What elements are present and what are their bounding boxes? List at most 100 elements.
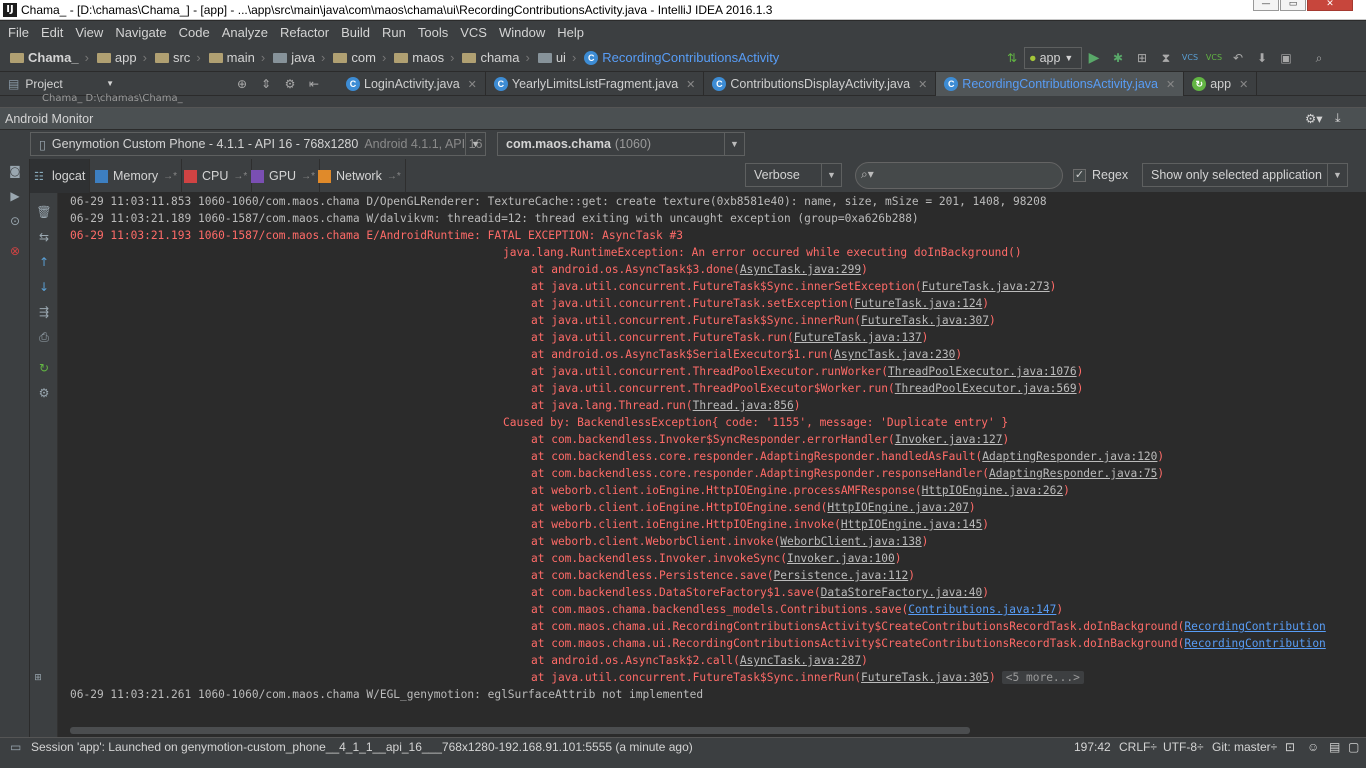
hide-panel-icon[interactable]: ⤓ bbox=[1335, 111, 1341, 126]
search-everywhere-icon[interactable]: ⌕ bbox=[1310, 49, 1328, 67]
menu-refactor[interactable]: Refactor bbox=[274, 21, 335, 44]
breadcrumb-item[interactable]: ui › bbox=[534, 50, 580, 65]
menu-tools[interactable]: Tools bbox=[412, 21, 454, 44]
collapse-icon[interactable]: ⇕ bbox=[257, 75, 275, 93]
editor-tab[interactable]: C ContributionsDisplayActivity.java ✕ bbox=[704, 72, 937, 96]
source-link[interactable]: RecordingContribution bbox=[1184, 637, 1325, 650]
breadcrumb-item[interactable]: Chama_ › bbox=[6, 50, 93, 65]
tab-memory[interactable]: Memory →* bbox=[91, 159, 183, 193]
close-tab-icon[interactable]: ✕ bbox=[918, 78, 927, 91]
menu-help[interactable]: Help bbox=[551, 21, 590, 44]
event-log-icon[interactable]: ▤ bbox=[1329, 740, 1340, 754]
breadcrumb-item[interactable]: app › bbox=[93, 50, 151, 65]
horizontal-scrollbar[interactable] bbox=[60, 725, 1354, 737]
project-panel-select[interactable]: ▤ Project ▼ bbox=[0, 72, 120, 96]
screenshot-icon[interactable]: ◙ bbox=[7, 164, 23, 178]
print-icon[interactable]: ⎙ bbox=[36, 330, 52, 344]
hide-panel-icon[interactable]: ⇤ bbox=[305, 75, 323, 93]
source-link[interactable]: ThreadPoolExecutor.java:1076 bbox=[888, 365, 1077, 378]
source-link[interactable]: DataStoreFactory.java:40 bbox=[821, 586, 983, 599]
vcs-update-icon[interactable]: VCS bbox=[1181, 49, 1199, 67]
git-branch[interactable]: Git: master÷ bbox=[1212, 740, 1277, 754]
inspector-icon[interactable]: ☺ bbox=[1307, 740, 1319, 754]
source-link[interactable]: HttpIOEngine.java:262 bbox=[922, 484, 1063, 497]
process-select[interactable]: com.maos.chama (1060) ▼ bbox=[497, 132, 745, 156]
breadcrumb-item[interactable]: C RecordingContributionsActivity bbox=[580, 50, 783, 65]
close-tab-icon[interactable]: ✕ bbox=[1166, 78, 1175, 91]
menu-navigate[interactable]: Navigate bbox=[109, 21, 172, 44]
close-tab-icon[interactable]: ✕ bbox=[468, 78, 477, 91]
clear-log-icon[interactable]: 🗑 bbox=[36, 205, 52, 219]
notifications-icon[interactable]: ▢ bbox=[1348, 740, 1359, 754]
close-tab-icon[interactable]: ✕ bbox=[686, 78, 695, 91]
source-link[interactable]: FutureTask.java:307 bbox=[861, 314, 989, 327]
breadcrumb-item[interactable]: main › bbox=[205, 50, 270, 65]
avd-manager-icon[interactable]: ▣ bbox=[1277, 49, 1295, 67]
vcs-commit-icon[interactable]: VCS bbox=[1205, 49, 1223, 67]
vertical-scrollbar[interactable] bbox=[1354, 193, 1366, 725]
cursor-position[interactable]: 197:42 bbox=[1074, 740, 1111, 754]
file-encoding[interactable]: UTF-8÷ bbox=[1163, 740, 1204, 754]
menu-code[interactable]: Code bbox=[173, 21, 216, 44]
tab-network[interactable]: Network →* bbox=[314, 159, 406, 193]
stop-icon[interactable]: ⧗ bbox=[1157, 49, 1175, 67]
up-arrow-icon[interactable]: ↑ bbox=[36, 255, 52, 269]
screen-record-icon[interactable]: ▶ bbox=[7, 189, 23, 203]
restart-icon[interactable]: ⇆ bbox=[36, 230, 52, 244]
source-link[interactable]: FutureTask.java:273 bbox=[922, 280, 1050, 293]
run-icon[interactable]: ▶ bbox=[1085, 49, 1103, 67]
source-link[interactable]: AsyncTask.java:287 bbox=[740, 654, 861, 667]
menu-run[interactable]: Run bbox=[376, 21, 412, 44]
menu-edit[interactable]: Edit bbox=[35, 21, 69, 44]
source-link[interactable]: HttpIOEngine.java:207 bbox=[827, 501, 968, 514]
attach-debugger-icon[interactable]: ⊞ bbox=[1133, 49, 1151, 67]
debug-icon[interactable]: ✱ bbox=[1109, 49, 1127, 67]
source-link[interactable]: Invoker.java:127 bbox=[895, 433, 1003, 446]
tab-gpu[interactable]: GPU →* bbox=[247, 159, 320, 193]
gear-icon[interactable]: ⚙▾ bbox=[1305, 111, 1322, 126]
revert-icon[interactable]: ↶ bbox=[1229, 49, 1247, 67]
breadcrumb-item[interactable]: src › bbox=[151, 50, 205, 65]
source-link[interactable]: Thread.java:856 bbox=[693, 399, 794, 412]
menu-file[interactable]: File bbox=[2, 21, 35, 44]
close-button[interactable]: ✕ bbox=[1307, 0, 1353, 11]
search-input[interactable]: ⌕▾ bbox=[855, 162, 1063, 189]
gear-icon[interactable]: ⚙ bbox=[281, 75, 299, 93]
source-link[interactable]: AsyncTask.java:230 bbox=[834, 348, 955, 361]
down-arrow-icon[interactable]: ↓ bbox=[36, 280, 52, 294]
sdk-manager-icon[interactable]: ⬇ bbox=[1253, 49, 1271, 67]
filter-select[interactable]: Show only selected application ▼ bbox=[1142, 163, 1348, 187]
source-link[interactable]: RecordingContribution bbox=[1184, 620, 1325, 633]
menu-window[interactable]: Window bbox=[493, 21, 551, 44]
logcat-output[interactable]: 06-29 11:03:11.853 1060-1060/com.maos.ch… bbox=[60, 193, 1354, 725]
breadcrumb-item[interactable]: chama › bbox=[458, 50, 533, 65]
source-link[interactable]: FutureTask.java:124 bbox=[854, 297, 982, 310]
close-tab-icon[interactable]: ✕ bbox=[1239, 78, 1248, 91]
source-link[interactable]: Persistence.java:112 bbox=[773, 569, 908, 582]
menu-view[interactable]: View bbox=[69, 21, 109, 44]
minimize-button[interactable]: — bbox=[1253, 0, 1279, 11]
scrollbar-thumb[interactable] bbox=[70, 727, 970, 734]
source-link[interactable]: Contributions.java:147 bbox=[908, 603, 1056, 616]
restart-logcat-icon[interactable]: ↻ bbox=[36, 361, 52, 375]
menu-vcs[interactable]: VCS bbox=[454, 21, 493, 44]
tab-logcat[interactable]: ☷ logcat bbox=[30, 159, 91, 193]
gear-icon[interactable]: ⚙ bbox=[36, 386, 52, 400]
log-level-select[interactable]: Verbose ▼ bbox=[745, 163, 842, 187]
source-link[interactable]: FutureTask.java:305 bbox=[861, 671, 989, 684]
breadcrumb-item[interactable]: java › bbox=[269, 50, 329, 65]
menu-build[interactable]: Build bbox=[335, 21, 376, 44]
breadcrumb-item[interactable]: maos › bbox=[390, 50, 458, 65]
editor-tab[interactable]: C RecordingContributionsActivity.java ✕ bbox=[936, 72, 1185, 96]
terminate-icon[interactable]: ⊗ bbox=[7, 244, 23, 258]
tab-cpu[interactable]: CPU →* bbox=[180, 159, 253, 193]
folded-frames-button[interactable]: <5 more...> bbox=[1001, 671, 1084, 684]
source-link[interactable]: HttpIOEngine.java:145 bbox=[841, 518, 982, 531]
source-link[interactable]: ThreadPoolExecutor.java:569 bbox=[895, 382, 1077, 395]
source-link[interactable]: AsyncTask.java:299 bbox=[740, 263, 861, 276]
editor-tab[interactable]: C YearlyLimitsListFragment.java ✕ bbox=[486, 72, 705, 96]
scroll-from-source-icon[interactable]: ⊕ bbox=[233, 75, 251, 93]
device-select[interactable]: ▯ Genymotion Custom Phone - 4.1.1 - API … bbox=[30, 132, 486, 156]
sync-icon[interactable]: ⇅ bbox=[1003, 49, 1021, 67]
source-link[interactable]: WeborbClient.java:138 bbox=[780, 535, 921, 548]
